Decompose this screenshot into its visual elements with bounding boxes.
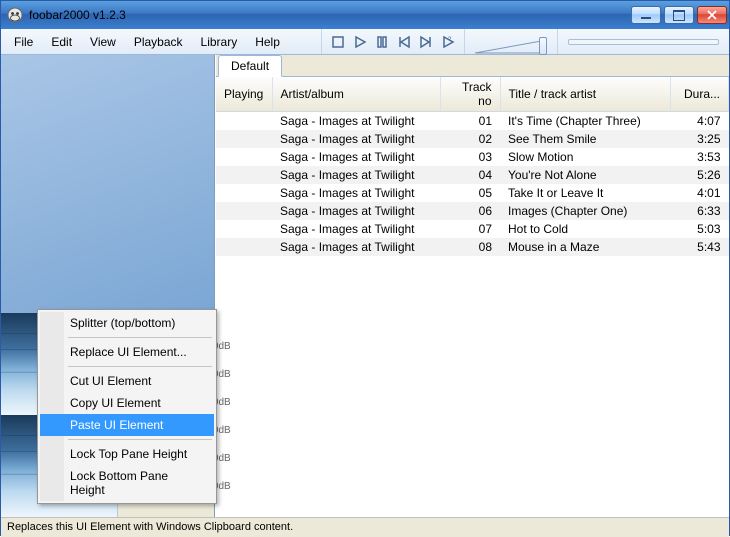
- col-trackno[interactable]: Track no: [440, 77, 500, 112]
- context-menu-item[interactable]: Copy UI Element: [40, 392, 214, 414]
- playlist-tabstrip: Default: [216, 55, 729, 77]
- volume-slider[interactable]: [465, 29, 558, 54]
- menu-library[interactable]: Library: [192, 31, 247, 53]
- context-menu-item[interactable]: Lock Bottom Pane Height: [40, 465, 214, 501]
- menu-playback[interactable]: Playback: [125, 31, 192, 53]
- window-title: foobar2000 v1.2.3: [29, 8, 631, 22]
- playback-toolbar: ?: [321, 29, 465, 54]
- menu-bar: FileEditViewPlaybackLibraryHelp ?: [1, 29, 729, 55]
- col-title[interactable]: Title / track artist: [500, 77, 671, 112]
- pause-button[interactable]: [372, 32, 392, 52]
- volume-thumb[interactable]: [539, 37, 547, 55]
- close-button[interactable]: [697, 6, 727, 24]
- table-row[interactable]: Saga - Images at Twilight03Slow Motion3:…: [216, 148, 729, 166]
- menu-view[interactable]: View: [81, 31, 125, 53]
- stop-button[interactable]: [328, 32, 348, 52]
- prev-button[interactable]: [394, 32, 414, 52]
- play-button[interactable]: [350, 32, 370, 52]
- table-row[interactable]: Saga - Images at Twilight05Take It or Le…: [216, 184, 729, 202]
- table-row[interactable]: Saga - Images at Twilight01It's Time (Ch…: [216, 112, 729, 131]
- col-artist[interactable]: Artist/album: [272, 77, 440, 112]
- context-menu-item[interactable]: Replace UI Element...: [40, 341, 214, 363]
- context-menu-item[interactable]: Lock Top Pane Height: [40, 443, 214, 465]
- table-row[interactable]: Saga - Images at Twilight02See Them Smil…: [216, 130, 729, 148]
- context-menu-separator: [68, 439, 212, 440]
- context-menu-separator: [68, 366, 212, 367]
- status-bar: Replaces this UI Element with Windows Cl…: [1, 517, 729, 537]
- next-button[interactable]: [416, 32, 436, 52]
- context-menu-item[interactable]: Cut UI Element: [40, 370, 214, 392]
- table-row[interactable]: Saga - Images at Twilight04You're Not Al…: [216, 166, 729, 184]
- menu-edit[interactable]: Edit: [42, 31, 81, 53]
- table-row[interactable]: Saga - Images at Twilight08Mouse in a Ma…: [216, 238, 729, 256]
- menu-file[interactable]: File: [5, 31, 42, 53]
- playlist-view[interactable]: Playing Artist/album Track no Title / tr…: [216, 77, 729, 517]
- context-menu: Splitter (top/bottom) Replace UI Element.…: [37, 309, 217, 504]
- minimize-button[interactable]: [631, 6, 661, 24]
- table-row[interactable]: Saga - Images at Twilight07Hot to Cold5:…: [216, 220, 729, 238]
- col-playing[interactable]: Playing: [216, 77, 272, 112]
- context-menu-item[interactable]: Splitter (top/bottom): [40, 312, 214, 334]
- random-button[interactable]: ?: [438, 32, 458, 52]
- menu-help[interactable]: Help: [246, 31, 289, 53]
- main-menu: FileEditViewPlaybackLibraryHelp: [1, 29, 293, 54]
- context-menu-separator: [68, 337, 212, 338]
- tab-default[interactable]: Default: [218, 55, 282, 77]
- app-icon: [7, 7, 23, 23]
- context-menu-item[interactable]: Paste UI Element: [40, 414, 214, 436]
- title-bar: foobar2000 v1.2.3: [1, 1, 729, 29]
- seek-bar[interactable]: [558, 29, 729, 54]
- album-art-pane[interactable]: [1, 55, 214, 313]
- col-dur[interactable]: Dura...: [671, 77, 729, 112]
- table-row[interactable]: Saga - Images at Twilight06Images (Chapt…: [216, 202, 729, 220]
- maximize-button[interactable]: [664, 6, 694, 24]
